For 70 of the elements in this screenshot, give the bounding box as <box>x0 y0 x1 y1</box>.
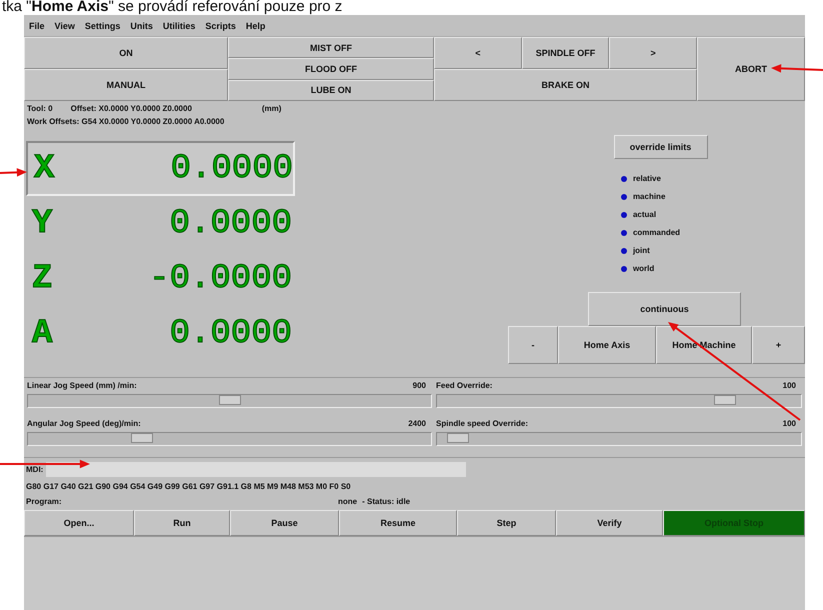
slider-track[interactable] <box>27 432 432 446</box>
override-limits-button[interactable]: override limits <box>614 135 708 159</box>
gcode-status: G80 G17 G40 G21 G90 G94 G54 G49 G99 G61 G97 G91.1 G8 M5 M9 M48 M53 M0 F0 S0 <box>25 481 352 493</box>
radio-label[interactable]: relative <box>632 174 661 183</box>
slider-thumb[interactable] <box>130 432 153 442</box>
jog-mode-button[interactable]: continuous <box>588 292 741 326</box>
document-caption: tka "Home Axis" se provádí referování pouze pro z <box>1 0 344 14</box>
radio-label[interactable]: machine <box>632 192 666 201</box>
action-button[interactable]: Open... <box>24 510 134 536</box>
menu-item[interactable]: Settings <box>84 20 120 30</box>
menu-item[interactable]: Utilities <box>162 20 196 30</box>
slider-thumb[interactable] <box>218 395 240 405</box>
radio-label[interactable]: joint <box>632 246 650 255</box>
menu-item[interactable]: Units <box>130 20 153 30</box>
action-button[interactable]: Run <box>134 510 230 536</box>
slider-track[interactable] <box>27 394 432 408</box>
annotation-arrow <box>0 168 27 177</box>
action-button[interactable]: Pause <box>230 510 339 536</box>
radio-icon[interactable] <box>620 266 627 272</box>
lube-button[interactable]: LUBE ON <box>228 80 434 101</box>
spindle-increase-button[interactable]: > <box>609 37 698 69</box>
radio-icon[interactable] <box>620 212 627 218</box>
radio-icon[interactable] <box>620 176 627 182</box>
program-file: none <box>338 497 358 506</box>
radio-label[interactable]: world <box>632 264 654 273</box>
jog-button[interactable]: + <box>752 326 805 364</box>
annotation-arrow <box>771 64 823 73</box>
action-button[interactable]: Step <box>457 510 556 536</box>
action-button[interactable]: Resume <box>339 510 457 536</box>
radio-icon[interactable] <box>620 248 627 254</box>
radio-label[interactable]: commanded <box>632 228 680 237</box>
slider-reading: 100 <box>782 418 796 428</box>
units-label: (mm) <box>262 104 282 113</box>
slider-track[interactable] <box>436 432 802 446</box>
slider-reading: 900 <box>412 381 426 390</box>
spindle-button[interactable]: SPINDLE OFF <box>522 37 610 69</box>
slider-thumb[interactable] <box>714 395 736 405</box>
jog-button[interactable]: Home Axis <box>558 326 656 364</box>
spindle-decrease-button[interactable]: < <box>434 37 522 69</box>
slider-track[interactable] <box>436 394 802 408</box>
flood-button[interactable]: FLOOD OFF <box>228 58 434 80</box>
slider-reading: 100 <box>782 381 796 390</box>
abort-button[interactable]: ABORT <box>697 37 805 101</box>
program-label: Program: <box>26 497 63 506</box>
mode-button[interactable]: MANUAL <box>24 69 228 101</box>
slider-reading: 2400 <box>408 418 426 428</box>
mdi-field[interactable] <box>46 462 466 477</box>
mist-button[interactable]: MIST OFF <box>228 37 434 58</box>
radio-icon[interactable] <box>620 230 627 236</box>
slider-label: Angular Jog Speed (deg)/min: <box>27 418 141 428</box>
work-offsets-label: Work Offsets: G54 X0.0000 Y0.0000 Z0.0000 A0.0000 <box>27 117 226 126</box>
offset-label: Offset: X0.0000 Y0.0000 Z0.0000 <box>70 104 192 113</box>
jog-button[interactable]: Home Machine <box>656 326 752 364</box>
menu-item[interactable]: File <box>29 20 45 30</box>
radio-label[interactable]: actual <box>632 210 656 219</box>
brake-button[interactable]: BRAKE ON <box>434 69 697 101</box>
slider-label: Spindle speed Override: <box>436 418 528 428</box>
menu-item[interactable]: Help <box>246 20 266 30</box>
slider-label: Linear Jog Speed (mm) /min: <box>27 381 137 390</box>
jog-button[interactable]: - <box>508 326 558 364</box>
slider-label: Feed Override: <box>436 381 492 390</box>
radio-icon[interactable] <box>620 194 627 200</box>
action-button[interactable]: Verify <box>556 510 663 536</box>
slider-thumb[interactable] <box>447 432 470 442</box>
status-label: - Status: idle <box>362 497 410 506</box>
tool-label: Tool: 0 <box>27 104 53 113</box>
menu-item[interactable]: Scripts <box>205 20 236 30</box>
menu-item[interactable]: View <box>54 20 75 30</box>
mdi-label: MDI: <box>26 465 44 474</box>
power-button[interactable]: ON <box>24 37 228 69</box>
